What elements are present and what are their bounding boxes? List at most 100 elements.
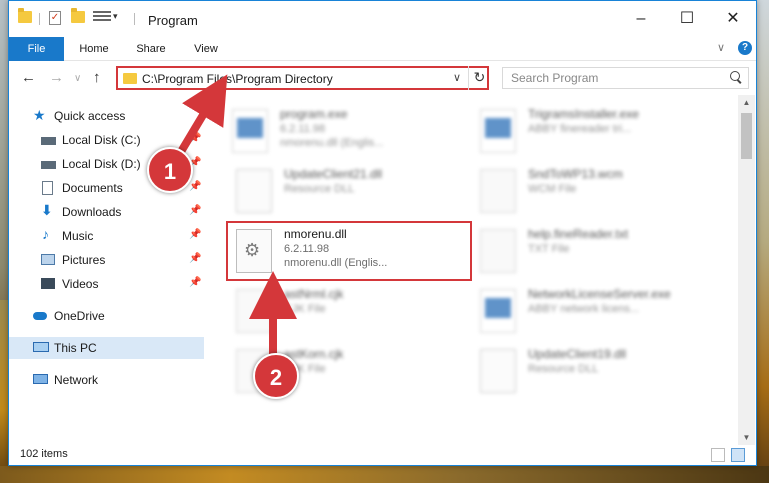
file-detail: Resource DLL (528, 363, 599, 375)
desktop-background-left (0, 300, 8, 483)
vertical-scrollbar[interactable]: ▲ ▼ (738, 95, 755, 446)
up-arrow-icon[interactable]: ↑ (93, 69, 101, 86)
download-icon: ⬇ (41, 202, 53, 218)
sidebar-item-videos[interactable]: Videos 📌 (9, 273, 204, 295)
explorer-window: ✓ ▾ Program – ☐ ✕ File Home Share View ∨… (8, 0, 757, 466)
folder-icon (123, 73, 137, 84)
navigation-pane: ★ Quick access Local Disk (C:) 📌 Local D… (9, 95, 204, 435)
file-detail: Resource DLL (284, 183, 355, 195)
search-placeholder: Search Program (511, 71, 599, 85)
navigation-bar: ← → ∨ ↑ C:\Program Files\Program Directo… (9, 61, 756, 95)
file-name: astNrml.cjk (284, 287, 344, 301)
file-name: NetworkLicenseServer.exe (528, 287, 671, 301)
pin-icon[interactable]: 📌 (189, 253, 201, 264)
pin-icon[interactable]: 📌 (189, 229, 201, 240)
file-name: program.exe (280, 107, 348, 121)
file-name: UpdateClient21.dll (284, 167, 383, 181)
scroll-up-icon[interactable]: ▲ (738, 95, 755, 111)
toolbar-separator (39, 13, 40, 25)
sidebar-item-downloads[interactable]: ⬇ Downloads 📌 (9, 201, 204, 223)
back-arrow-icon[interactable]: ← (21, 69, 36, 86)
file-icon (480, 229, 516, 273)
help-icon[interactable]: ? (738, 41, 752, 55)
file-item[interactable]: program.exe 6.2.11.98 nmorenu.dll (Engli… (232, 105, 472, 159)
file-detail: ABBY finereader tri... (528, 123, 632, 135)
maximize-button[interactable]: ☐ (664, 1, 710, 37)
file-name: help.fineReader.txt (528, 227, 629, 241)
properties-check-icon[interactable]: ✓ (49, 11, 61, 25)
sidebar-item-label: Videos (62, 277, 99, 291)
window-title: Program (148, 13, 198, 28)
computer-icon (33, 342, 49, 352)
address-path: C:\Program Files\Program Directory (142, 72, 333, 86)
file-detail: ABBY network licens... (528, 303, 640, 315)
sidebar-item-label: Quick access (54, 109, 126, 123)
file-detail: TXT File (528, 243, 570, 255)
pin-icon[interactable]: 📌 (189, 205, 201, 216)
sidebar-item-pictures[interactable]: Pictures 📌 (9, 249, 204, 271)
file-detail: WCM File (528, 183, 577, 195)
sidebar-item-music[interactable]: ♪ Music 📌 (9, 225, 204, 247)
annotation-badge-1: 1 (147, 147, 193, 193)
sidebar-item-label: Downloads (62, 205, 122, 219)
scrollbar-thumb[interactable] (741, 113, 752, 159)
sidebar-item-onedrive[interactable]: OneDrive (9, 305, 204, 327)
music-icon: ♪ (42, 226, 49, 242)
sidebar-item-network[interactable]: Network (9, 369, 204, 391)
file-item[interactable]: UpdateClient19.dll Resource DLL (480, 345, 720, 399)
pin-icon[interactable]: 📌 (189, 277, 201, 288)
quick-access-properties-icon[interactable] (93, 11, 111, 23)
pin-icon[interactable]: 📌 (189, 181, 201, 192)
search-input[interactable]: Search Program (502, 67, 749, 89)
sidebar-item-label: OneDrive (54, 309, 105, 323)
large-icons-view-icon[interactable] (731, 448, 745, 462)
sidebar-item-quick-access[interactable]: ★ Quick access (9, 105, 204, 127)
highlight-box (226, 221, 472, 281)
close-button[interactable]: ✕ (710, 1, 756, 37)
file-item[interactable]: TrigramsInstaller.exe ABBY finereader tr… (480, 105, 720, 159)
refresh-icon[interactable]: ↻ (468, 66, 490, 90)
pin-icon[interactable]: 📌 (189, 133, 201, 144)
status-bar: 102 items (9, 445, 756, 465)
videos-icon (41, 278, 55, 289)
file-item[interactable]: NetworkLicenseServer.exe ABBY network li… (480, 285, 720, 339)
folder-icon (18, 8, 32, 23)
desktop-background-bottom (0, 466, 769, 483)
tab-home[interactable]: Home (69, 37, 119, 61)
sidebar-item-label: Documents (62, 181, 123, 195)
sidebar-item-label: Pictures (62, 253, 106, 267)
file-item[interactable]: UpdateClient21.dll Resource DLL (236, 165, 476, 219)
file-item[interactable]: astNrml.cjk CJK File (236, 285, 476, 339)
address-dropdown-chevron-icon[interactable]: ∨ (453, 71, 461, 84)
forward-arrow-icon[interactable]: → (49, 69, 64, 86)
recent-locations-chevron-icon[interactable]: ∨ (74, 73, 81, 84)
address-bar[interactable]: C:\Program Files\Program Directory ∨ (116, 66, 489, 90)
toolbar-separator (134, 13, 135, 25)
file-item[interactable]: help.fineReader.txt TXT File (480, 225, 720, 279)
tab-share[interactable]: Share (127, 37, 175, 61)
sidebar-item-label: Network (54, 373, 99, 387)
sidebar-item-label: This PC (54, 341, 97, 355)
quick-access-dropdown-icon[interactable]: ▾ (113, 11, 118, 22)
minimize-button[interactable]: – (618, 1, 664, 37)
new-folder-icon[interactable] (71, 8, 85, 23)
file-icon (480, 169, 516, 213)
search-icon[interactable] (730, 71, 742, 83)
documents-icon (42, 181, 53, 195)
drive-icon (41, 161, 56, 169)
dll-gear-icon (236, 169, 272, 213)
file-name: astKorn.cjk (284, 347, 344, 361)
sidebar-item-label: Music (62, 229, 94, 243)
sidebar-item-this-pc[interactable]: This PC (9, 337, 204, 359)
file-item[interactable]: SndToWP13.wcm WCM File (480, 165, 720, 219)
sidebar-item-label: Local Disk (C:) (62, 133, 141, 147)
network-icon (33, 374, 48, 384)
file-icon (236, 289, 272, 333)
star-icon: ★ (33, 107, 46, 123)
scroll-down-icon[interactable]: ▼ (738, 430, 755, 446)
details-view-icon[interactable] (711, 448, 725, 462)
dll-gear-icon (480, 349, 516, 393)
expand-ribbon-chevron-icon[interactable]: ∨ (717, 41, 725, 54)
tab-view[interactable]: View (183, 37, 229, 61)
file-detail: CJK File (284, 303, 326, 315)
